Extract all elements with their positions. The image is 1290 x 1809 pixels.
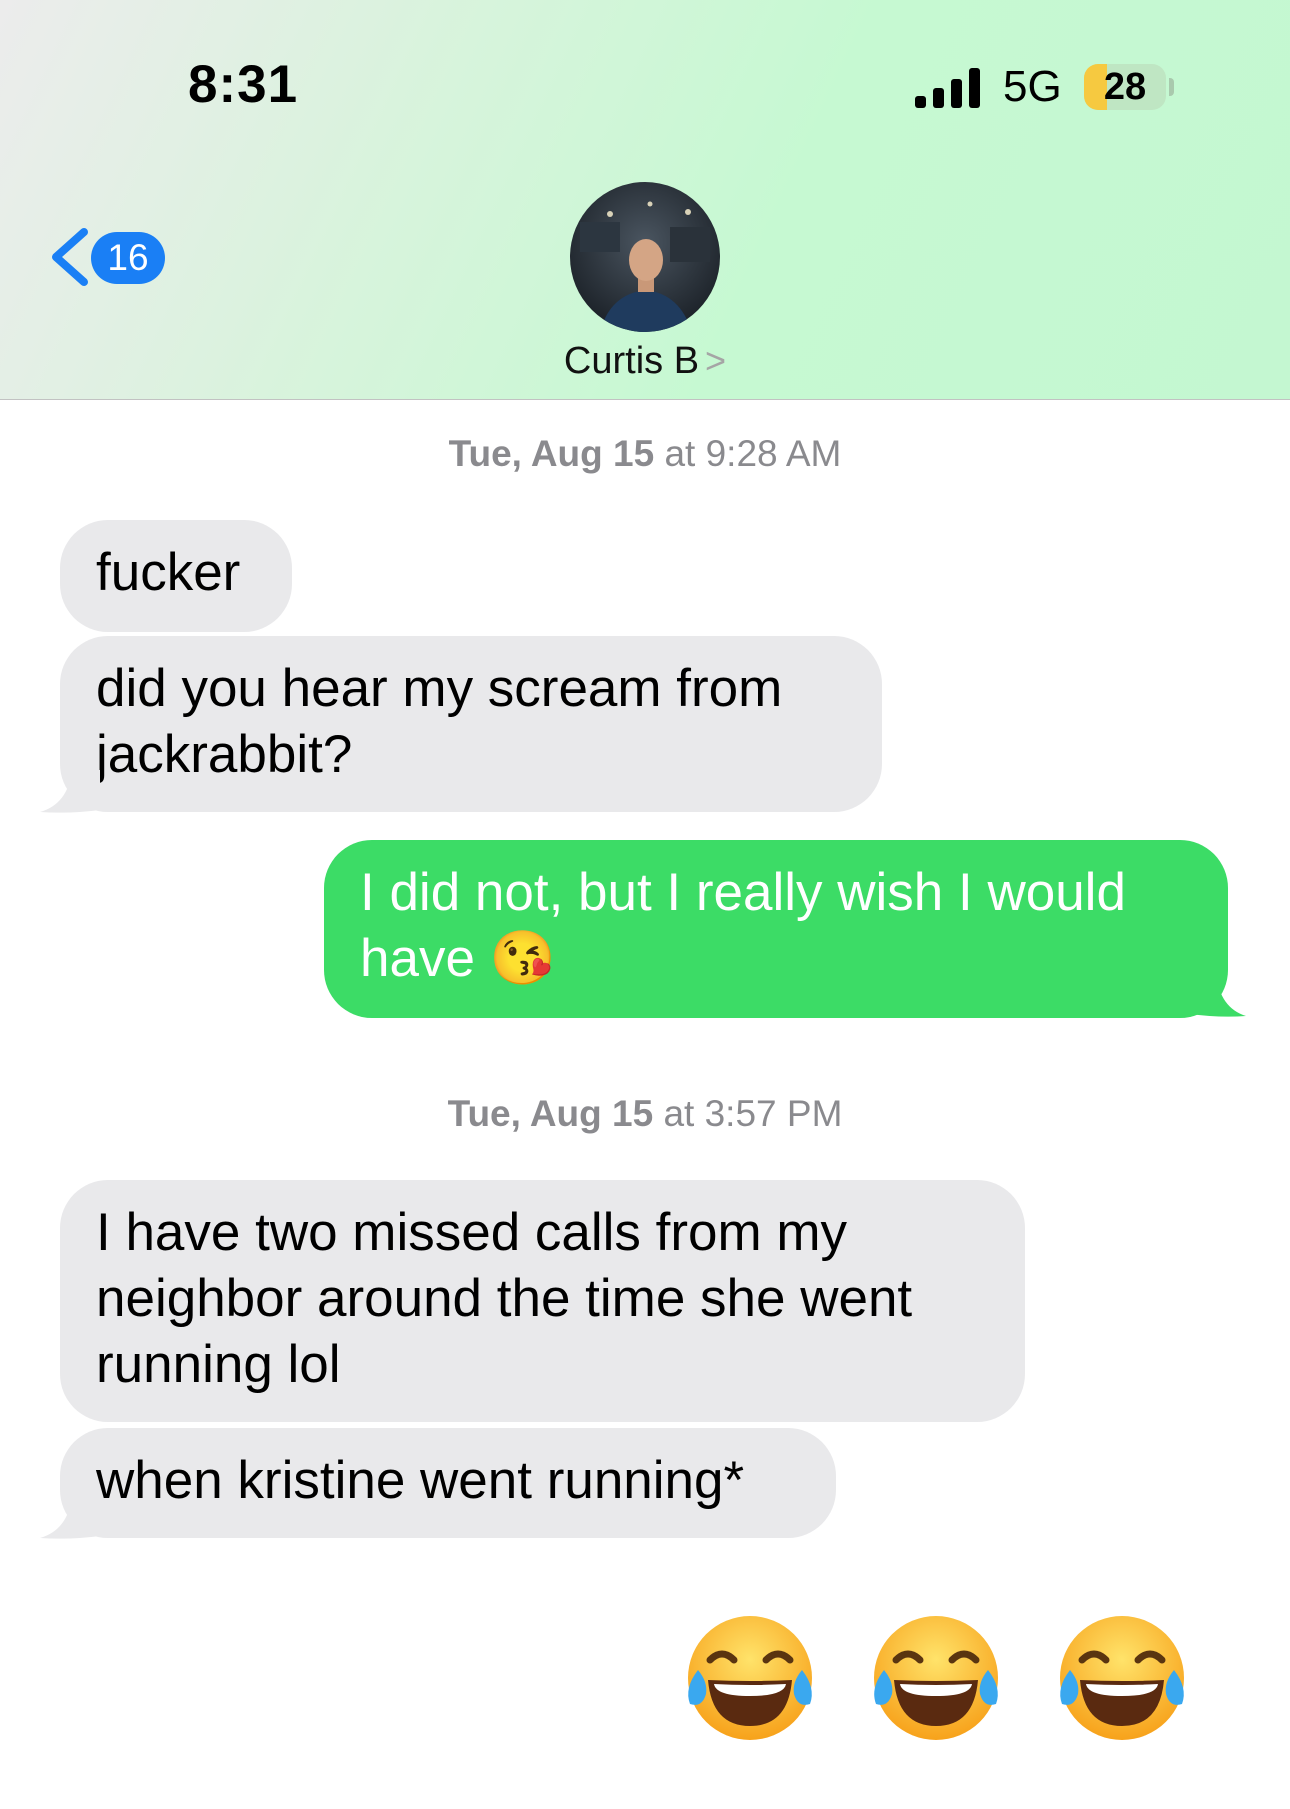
conversation-header: 8:31 5G 28 16 Curtis B >	[0, 0, 1290, 400]
message-line: jackrabbit?	[96, 725, 353, 784]
avatar[interactable]	[570, 182, 720, 332]
timestamp-date: Tue, Aug 15	[448, 433, 655, 474]
timestamp-at: at	[664, 433, 696, 474]
timestamp-time: 3:57 PM	[704, 1093, 843, 1134]
chevron-left-icon[interactable]	[48, 226, 90, 288]
tears-of-joy-emoji[interactable]	[680, 1608, 820, 1748]
timestamp-at: at	[663, 1093, 695, 1134]
tears-of-joy-emoji[interactable]	[866, 1608, 1006, 1748]
battery-icon: 28	[1084, 64, 1166, 110]
incoming-message[interactable]: when kristine went running*	[60, 1428, 836, 1538]
message-line: I did not, but I really wish I would	[360, 863, 1126, 922]
outgoing-message[interactable]: I did not, but I really wish I would hav…	[324, 840, 1228, 1018]
message-text: fucker	[96, 543, 241, 602]
incoming-message[interactable]: I have two missed calls from my neighbor…	[60, 1180, 1025, 1422]
message-line: have 😘	[360, 929, 556, 988]
network-type: 5G	[1003, 62, 1062, 111]
incoming-message[interactable]: did you hear my scream from jackrabbit?	[60, 636, 882, 812]
timestamp-time: 9:28 AM	[705, 433, 842, 474]
cellular-signal-icon	[915, 68, 981, 108]
battery-percent: 28	[1103, 66, 1147, 108]
timestamp-date: Tue, Aug 15	[447, 1093, 654, 1134]
message-line: did you hear my scream from	[96, 659, 783, 718]
bubble-tail	[40, 770, 100, 813]
unread-count-badge[interactable]: 16	[91, 232, 165, 284]
message-line: neighbor around the time she went	[96, 1269, 913, 1328]
incoming-message[interactable]: fucker	[60, 520, 292, 632]
timestamp: Tue, Aug 15 at 3:57 PM	[0, 1093, 1290, 1135]
message-line: running lol	[96, 1335, 341, 1394]
tears-of-joy-emoji[interactable]	[1052, 1608, 1192, 1748]
chevron-right-icon: >	[705, 340, 727, 381]
contact-name[interactable]: Curtis B >	[0, 340, 1290, 383]
bubble-tail	[1190, 974, 1246, 1017]
bubble-tail	[40, 1496, 100, 1539]
battery-tip	[1169, 78, 1174, 96]
message-line: I have two missed calls from my	[96, 1203, 848, 1262]
message-text: when kristine went running*	[96, 1451, 745, 1510]
contact-name-text: Curtis B	[563, 340, 700, 382]
status-time: 8:31	[188, 55, 299, 114]
timestamp: Tue, Aug 15 at 9:28 AM	[0, 433, 1290, 475]
